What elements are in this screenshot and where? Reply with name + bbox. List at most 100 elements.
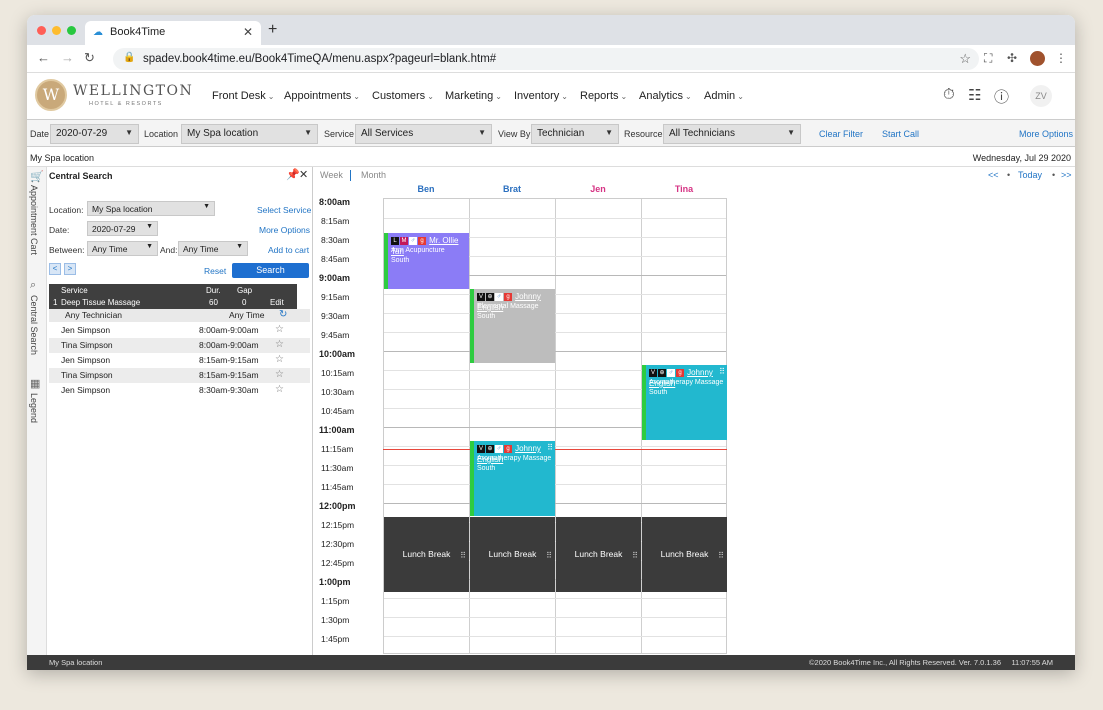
new-tab-icon[interactable]: +: [268, 21, 277, 39]
menu-appointments[interactable]: Appointments ⌄: [284, 90, 360, 102]
lunch-break-label: Lunch Break: [488, 549, 537, 559]
appointment-service: Aromatherapy Massage: [477, 455, 552, 462]
google-icon: g: [676, 369, 684, 378]
user-avatar[interactable]: ZV: [1030, 85, 1052, 107]
pin-icon[interactable]: 📌: [286, 168, 300, 181]
next-day-button[interactable]: >>: [1061, 170, 1072, 180]
minimize-window-button[interactable]: [52, 26, 61, 35]
prev-day-button[interactable]: <<: [988, 170, 999, 180]
service-select[interactable]: All Services ▼: [355, 124, 492, 144]
close-window-button[interactable]: [37, 26, 46, 35]
start-call-link[interactable]: Start Call: [882, 129, 919, 139]
favorite-star-icon[interactable]: ☆: [275, 354, 284, 365]
technician-filter[interactable]: Any Technician: [65, 310, 122, 320]
lunch-break-block[interactable]: ⠿ Lunch Break: [556, 517, 641, 592]
drag-handle-icon[interactable]: ⠿: [460, 518, 466, 593]
and-select[interactable]: Any Time ▼: [178, 241, 248, 256]
select-service-link[interactable]: Select Service: [257, 205, 311, 215]
caret-down-icon: ▼: [605, 128, 613, 137]
menu-front-desk[interactable]: Front Desk ⌄: [212, 90, 275, 102]
favorite-star-icon[interactable]: ☆: [275, 339, 284, 350]
drag-handle-icon[interactable]: ⠿: [632, 518, 638, 593]
time-filter[interactable]: Any Time: [229, 310, 264, 320]
legend-tab[interactable]: Legend: [29, 393, 39, 423]
between-select[interactable]: Any Time ▼: [87, 241, 158, 256]
refresh-icon[interactable]: ↻: [279, 309, 287, 320]
lunch-break-block[interactable]: ⠿ Lunch Break: [470, 517, 555, 592]
favorite-star-icon[interactable]: ☆: [275, 369, 284, 380]
menu-inventory[interactable]: Inventory ⌄: [514, 90, 568, 102]
result-row[interactable]: Jen Simpson 8:30am-9:30am ☆: [49, 383, 310, 398]
menu-analytics[interactable]: Analytics ⌄: [639, 90, 692, 102]
clear-filter-link[interactable]: Clear Filter: [819, 129, 863, 139]
appointment-block[interactable]: V ⊕ ♂ g Johnny English Elemental Massage So…: [470, 289, 555, 363]
lunch-break-block[interactable]: ⠿ Lunch Break: [384, 517, 469, 592]
resource-select[interactable]: All Technicians ▼: [663, 124, 801, 144]
month-tab[interactable]: Month: [361, 170, 386, 180]
lunch-break-block[interactable]: ⠿ Lunch Break: [642, 517, 727, 592]
add-to-cart-link[interactable]: Add to cart: [268, 245, 309, 255]
close-tab-icon[interactable]: ✕: [243, 25, 253, 39]
panel-location-select[interactable]: My Spa location ▼: [87, 201, 215, 216]
appointment-block[interactable]: ⠿ V ⊕ ♂ g Johnny English Aromatherapy Massa…: [642, 365, 727, 440]
appointment-cart-tab[interactable]: Appointment Cart: [29, 185, 39, 255]
address-bar[interactable]: 🔒 spadev.book4time.eu/Book4TimeQA/menu.a…: [113, 48, 979, 70]
panel-more-options-link[interactable]: More Options: [259, 225, 310, 235]
week-tab[interactable]: Week: [320, 170, 343, 180]
back-icon[interactable]: ←: [37, 50, 50, 65]
close-icon[interactable]: ✕: [299, 168, 308, 181]
drag-handle-icon[interactable]: ⠿: [546, 518, 552, 593]
search-icon[interactable]: ⌕: [30, 279, 36, 292]
result-row[interactable]: Jen Simpson 8:15am-9:15am ☆: [49, 353, 310, 368]
caret-down-icon: ▼: [146, 243, 153, 250]
browser-menu-icon[interactable]: ⋮: [1055, 51, 1067, 65]
panel-date-select[interactable]: 2020-07-29 ▼: [87, 221, 158, 236]
current-date: Wednesday, Jul 29 2020: [972, 153, 1071, 163]
drag-handle-icon[interactable]: ⠿: [718, 518, 724, 593]
forward-icon[interactable]: →: [61, 50, 74, 65]
browser-toolbar: ← → ↻ 🔒 spadev.book4time.eu/Book4TimeQA/…: [27, 45, 1075, 73]
reset-link[interactable]: Reset: [204, 266, 226, 276]
legend-icon[interactable]: ▦: [30, 377, 40, 390]
menu-marketing[interactable]: Marketing ⌄: [445, 90, 502, 102]
date-label: Date: [30, 129, 50, 139]
cast-icon[interactable]: ⛶: [984, 51, 992, 66]
profile-avatar[interactable]: [1030, 51, 1045, 66]
bookmark-star-icon[interactable]: ☆: [959, 51, 971, 67]
drag-handle-icon[interactable]: ⠿: [547, 442, 553, 453]
zoom-window-button[interactable]: [67, 26, 76, 35]
cart-icon[interactable]: 🛒: [30, 170, 44, 183]
appointment-block[interactable]: ⠿ V ⊕ ♂ g Johnny English Aromatherapy Massa…: [470, 441, 555, 516]
result-time: 8:15am-9:15am: [199, 370, 259, 380]
help-icon[interactable]: ⓘ: [994, 86, 1009, 107]
next-page-button[interactable]: >: [64, 263, 76, 275]
edit-service-link[interactable]: Edit: [270, 298, 284, 307]
browser-tab[interactable]: ☁ Book4Time ✕: [85, 21, 261, 45]
news-icon[interactable]: ☷: [968, 86, 981, 104]
appointment-tags: V ⊕ ♂ g Johnny English: [649, 367, 725, 388]
viewby-select[interactable]: Technician ▼: [531, 124, 619, 144]
reload-icon[interactable]: ↻: [84, 50, 95, 66]
more-options-link[interactable]: More Options: [1019, 129, 1073, 139]
time-label: 1:30pm: [321, 615, 350, 625]
drag-handle-icon[interactable]: ⠿: [719, 366, 725, 377]
extensions-puzzle-icon[interactable]: ✣: [1007, 51, 1017, 65]
favorite-star-icon[interactable]: ☆: [275, 324, 284, 335]
timer-icon[interactable]: ⏱: [943, 86, 955, 103]
date-select[interactable]: 2020-07-29 ▼: [50, 124, 139, 144]
chevron-down-icon: ⌄: [353, 92, 360, 101]
result-row[interactable]: Jen Simpson 8:00am-9:00am ☆: [49, 323, 310, 338]
menu-admin[interactable]: Admin ⌄: [704, 90, 744, 102]
prev-page-button[interactable]: <: [49, 263, 61, 275]
menu-customers[interactable]: Customers ⌄: [372, 90, 434, 102]
result-row[interactable]: Tina Simpson 8:15am-9:15am ☆: [49, 368, 310, 383]
today-button[interactable]: Today: [1018, 170, 1042, 180]
central-search-panel: Central Search 📌 ✕ Location: My Spa loca…: [47, 167, 313, 655]
menu-reports[interactable]: Reports ⌄: [580, 90, 627, 102]
appointment-block[interactable]: L M ♂ g Mr. Ollie Tan Arm Acupuncture South: [384, 233, 469, 289]
central-search-tab[interactable]: Central Search: [29, 295, 39, 355]
result-row[interactable]: Tina Simpson 8:00am-9:00am ☆: [49, 338, 310, 353]
favorite-star-icon[interactable]: ☆: [275, 384, 284, 395]
location-select[interactable]: My Spa location ▼: [181, 124, 318, 144]
search-button[interactable]: Search: [232, 263, 309, 278]
